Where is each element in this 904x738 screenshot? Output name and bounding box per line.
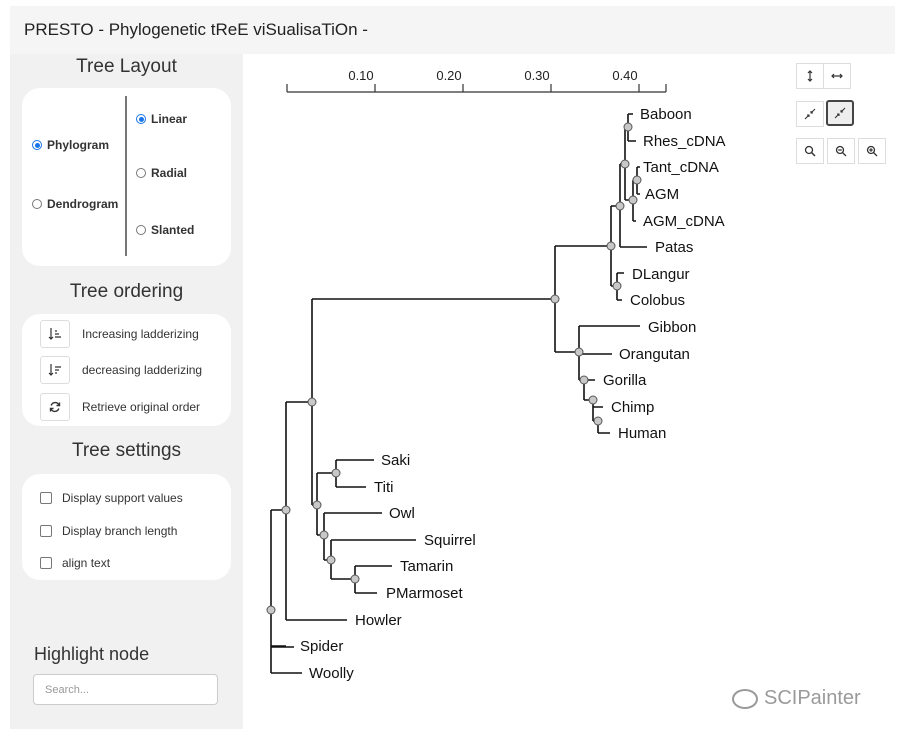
radio-phylogram[interactable]: Phylogram bbox=[32, 138, 109, 152]
retrieve-original-order-button[interactable]: Retrieve original order bbox=[40, 393, 200, 421]
radio-button[interactable] bbox=[32, 199, 42, 209]
search-input[interactable] bbox=[33, 674, 218, 705]
expand-vertical-button[interactable] bbox=[796, 63, 824, 89]
leaf-label: Orangutan bbox=[619, 346, 690, 363]
checkbox-label: Display branch length bbox=[62, 524, 178, 538]
watermark: SCIPainter bbox=[732, 687, 861, 710]
radio-dendrogram[interactable]: Dendrogram bbox=[32, 197, 118, 211]
tree-settings-title: Tree settings bbox=[71, 440, 182, 461]
ordering-label: Retrieve original order bbox=[82, 400, 201, 414]
leaf-label: Howler bbox=[355, 612, 402, 629]
compress-icon bbox=[834, 107, 846, 119]
leaf-label: AGM bbox=[645, 186, 679, 203]
leaf-label: Tant_cDNA bbox=[643, 159, 719, 176]
checkbox[interactable] bbox=[40, 557, 52, 569]
leaf-label: Patas bbox=[655, 239, 693, 256]
checkbox[interactable] bbox=[40, 492, 52, 504]
tree-ordering-card: Increasing ladderizing decreasing ladder… bbox=[22, 314, 231, 426]
sort-descending-icon[interactable] bbox=[40, 356, 70, 384]
radio-button[interactable] bbox=[32, 140, 42, 150]
tree-layout-card: Phylogram Dendrogram Linear Radial Slant… bbox=[22, 88, 231, 266]
radio-label: Phylogram bbox=[47, 138, 110, 152]
compress-icon bbox=[804, 108, 816, 120]
scale-tick-label: 0.30 bbox=[524, 68, 549, 83]
display-branch-length-option[interactable]: Display branch length bbox=[40, 524, 177, 538]
zoom-reset-button[interactable] bbox=[796, 138, 824, 164]
leaf-label: DLangur bbox=[632, 266, 690, 283]
radio-linear[interactable]: Linear bbox=[136, 112, 187, 126]
leaf-label: Gibbon bbox=[648, 319, 696, 336]
radio-button[interactable] bbox=[136, 114, 146, 124]
divider bbox=[125, 96, 127, 256]
highlight-node-title: Highlight node bbox=[34, 644, 150, 664]
expand-vertical-icon bbox=[807, 70, 813, 82]
radio-label: Linear bbox=[151, 112, 188, 126]
checkbox-label: align text bbox=[62, 556, 111, 570]
watermark-text: SCIPainter bbox=[764, 687, 861, 709]
ordering-label: decreasing ladderizing bbox=[82, 363, 203, 377]
radio-radial[interactable]: Radial bbox=[136, 166, 187, 180]
tree-branches bbox=[270, 113, 647, 674]
radio-label: Slanted bbox=[151, 223, 195, 237]
leaf-label: Tamarin bbox=[400, 558, 453, 575]
radio-label: Radial bbox=[151, 166, 188, 180]
leaf-label: Baboon bbox=[640, 106, 692, 123]
radio-slanted[interactable]: Slanted bbox=[136, 223, 194, 237]
tree-settings-card: Display support values Display branch le… bbox=[22, 474, 231, 580]
search-icon bbox=[804, 145, 816, 157]
zoom-in-icon bbox=[866, 145, 878, 157]
shrink-button[interactable] bbox=[796, 101, 824, 127]
zoom-in-button[interactable] bbox=[858, 138, 886, 164]
tree-nodes bbox=[266, 122, 642, 615]
scale-tick-label: 0.40 bbox=[612, 68, 637, 83]
leaf-label: Owl bbox=[389, 505, 415, 522]
scale-bar: 0.10 0.20 0.30 0.40 bbox=[286, 68, 667, 93]
checkbox-label: Display support values bbox=[62, 491, 183, 505]
zoom-out-icon bbox=[835, 145, 847, 157]
tree-layout-title: Tree Layout bbox=[76, 56, 177, 77]
leaf-label: Saki bbox=[381, 452, 410, 469]
leaf-label: Rhes_cDNA bbox=[643, 133, 726, 150]
radio-button[interactable] bbox=[136, 168, 146, 178]
app-title: PRESTO - Phylogenetic tReE viSualisaTiOn… bbox=[24, 20, 368, 39]
align-text-option[interactable]: align text bbox=[40, 556, 110, 570]
expand-horizontal-icon bbox=[831, 73, 843, 79]
refresh-icon[interactable] bbox=[40, 393, 70, 421]
leaf-label: Titi bbox=[374, 479, 393, 496]
display-support-values-option[interactable]: Display support values bbox=[40, 491, 183, 505]
leaf-labels: Baboon Rhes_cDNA Tant_cDNA AGM AGM_cDNA … bbox=[300, 106, 726, 682]
title-bar: PRESTO - Phylogenetic tReE viSualisaTiOn… bbox=[10, 6, 895, 54]
leaf-label: Spider bbox=[300, 638, 343, 655]
leaf-label: AGM_cDNA bbox=[643, 213, 725, 230]
leaf-label: Chimp bbox=[611, 399, 654, 416]
decreasing-ladderizing-button[interactable]: decreasing ladderizing bbox=[40, 356, 202, 384]
zoom-out-button[interactable] bbox=[827, 138, 855, 164]
scale-tick-label: 0.20 bbox=[436, 68, 461, 83]
checkbox[interactable] bbox=[40, 525, 52, 537]
scale-tick-label: 0.10 bbox=[348, 68, 373, 83]
tree-ordering-title: Tree ordering bbox=[69, 281, 184, 302]
radio-label: Dendrogram bbox=[47, 197, 119, 211]
increasing-ladderizing-button[interactable]: Increasing ladderizing bbox=[40, 320, 199, 348]
leaf-label: Squirrel bbox=[424, 532, 476, 549]
leaf-label: PMarmoset bbox=[386, 585, 464, 602]
ordering-label: Increasing ladderizing bbox=[82, 327, 199, 341]
leaf-label: Gorilla bbox=[603, 372, 647, 389]
shrink-active-button[interactable] bbox=[826, 100, 854, 126]
leaf-label: Colobus bbox=[630, 292, 685, 309]
leaf-label: Human bbox=[618, 425, 666, 442]
leaf-label: Woolly bbox=[309, 665, 354, 682]
radio-button[interactable] bbox=[136, 225, 146, 235]
expand-horizontal-button[interactable] bbox=[823, 63, 851, 89]
wechat-icon bbox=[732, 688, 758, 709]
sort-ascending-icon[interactable] bbox=[40, 320, 70, 348]
sidebar: Tree Layout Phylogram Dendrogram Linear … bbox=[10, 54, 243, 729]
